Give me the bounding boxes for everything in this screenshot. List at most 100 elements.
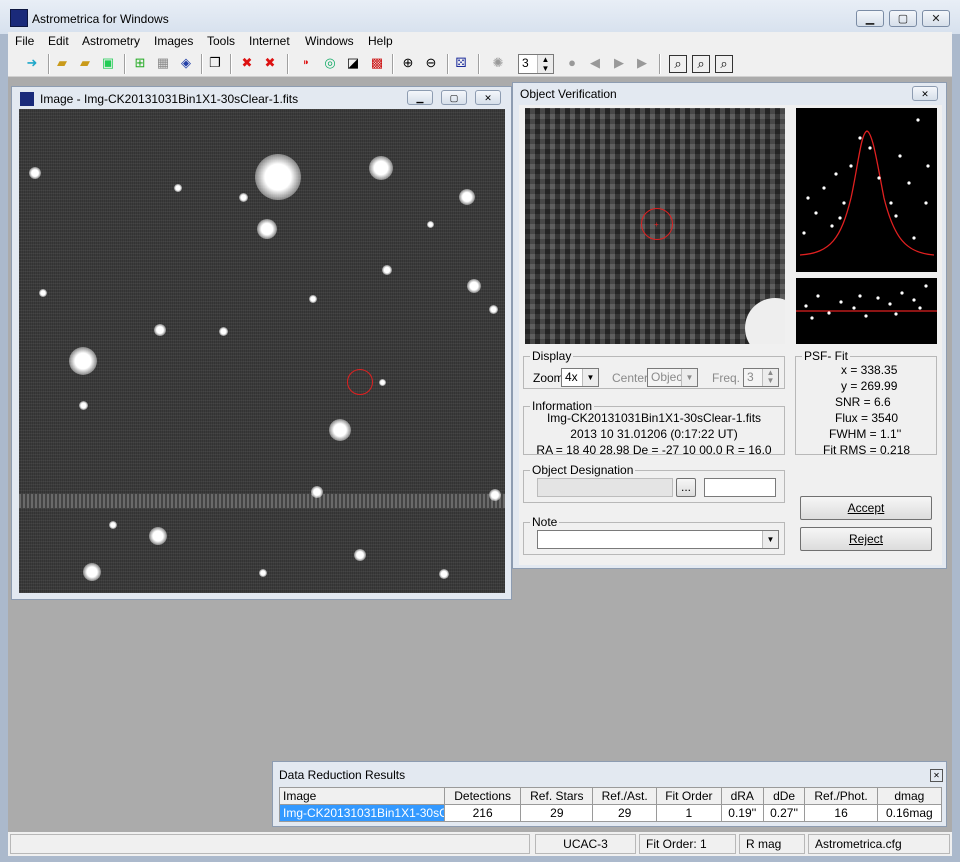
star-image[interactable] [19,109,505,593]
col-dde[interactable]: dDe [762,787,806,805]
status-bar: UCAC-3 Fit Order: 1 R mag Astrometrica.c… [8,832,952,856]
image-window-title: Image - Img-CK20131031Bin1X1-30sClear-1.… [40,92,299,106]
play-icon[interactable]: ▶ [611,55,627,71]
col-image[interactable]: Image [279,787,445,805]
row-ref-ast[interactable]: 29 [592,804,657,822]
zoom-3-icon[interactable]: ⌕ [715,55,733,73]
menu-internet[interactable]: Internet [249,34,290,48]
frame-spinner[interactable]: 3 ▲ ▼ [518,54,554,74]
image-minimize-button[interactable]: ▁ [407,90,433,105]
remove-objects-icon[interactable]: ✖ [262,55,278,71]
designation-suffix-field[interactable] [704,478,776,497]
accept-button[interactable]: Accept [800,496,932,520]
zoom-out-icon[interactable]: ⊖ [423,55,439,71]
note-select[interactable]: ▼ [537,530,779,549]
col-dmag[interactable]: dmag [876,787,943,805]
info-datetime: 2013 10 31.01206 (0:17:22 UT) [570,427,738,441]
status-catalog: UCAC-3 [535,834,636,854]
moving-object-icon[interactable]: ✺ [490,55,506,71]
maximize-button[interactable]: ▢ [889,10,917,27]
next-icon[interactable]: ▶ [634,55,650,71]
zoom-in-icon[interactable]: ⊕ [400,55,416,71]
ring-icon[interactable]: ◎ [322,55,338,71]
psf-snr: SNR = 6.6 [835,395,891,409]
app-icon[interactable] [10,9,28,27]
row-ref-phot[interactable]: 16 [804,804,878,822]
col-ref-stars[interactable]: Ref. Stars [520,787,594,805]
load-images-icon[interactable]: ▰ [77,55,93,71]
connect-icon[interactable]: ➜ [24,55,40,71]
psf-fwhm: FWHM = 1.1'' [829,427,902,441]
info-coordinates: RA = 18 40 28.98 De = -27 10 00.0 R = 16… [536,443,772,457]
menu-edit[interactable]: Edit [48,34,69,48]
row-image[interactable]: Img-CK20131031Bin1X1-30sClear [279,804,445,822]
crosshair-icon: + [654,220,659,229]
center-select[interactable]: Object ▼ [647,368,698,387]
menu-help[interactable]: Help [368,34,393,48]
open-folder-icon[interactable]: ▰ [54,55,70,71]
zoom-select[interactable]: 4x ▼ [561,368,599,387]
results-table: Image Detections Ref. Stars Ref./Ast. Fi… [279,787,943,822]
image-window: Image - Img-CK20131031Bin1X1-30sClear-1.… [11,86,512,600]
menu-windows[interactable]: Windows [305,34,354,48]
zoom-2-icon[interactable]: ⌕ [692,55,710,73]
target-circle [347,369,373,395]
image-window-icon [20,92,34,106]
grid-icon[interactable]: ▦ [155,55,171,71]
image-artifact-band [19,494,505,508]
designation-field[interactable] [537,478,673,497]
zoom-1-icon[interactable]: ⌕ [669,55,687,73]
row-dra[interactable]: 0.19'' [720,804,764,822]
display-legend: Display [532,349,572,363]
col-detections[interactable]: Detections [443,787,522,805]
psf-rms: Fit RMS = 0.218 [823,443,911,457]
col-ref-ast[interactable]: Ref./Ast. [592,787,657,805]
stop-icon[interactable]: ● [564,55,580,71]
table-row[interactable]: Img-CK20131031Bin1X1-30sClear 216 29 29 … [279,804,943,822]
results-header-row: Image Detections Ref. Stars Ref./Ast. Fi… [279,787,943,805]
results-close-button[interactable]: ✕ [930,769,943,782]
menu-tools[interactable]: Tools [207,34,235,48]
image-close-button[interactable]: ✕ [475,90,501,105]
add-icon[interactable]: ⊞ [132,55,148,71]
row-dde[interactable]: 0.27'' [762,804,806,822]
reject-button[interactable]: Reject [800,527,932,551]
center-label: Center [612,371,649,385]
image-maximize-button[interactable]: ▢ [441,90,467,105]
close-button[interactable]: ✕ [922,10,950,27]
verification-panel: + Display Zoom 4x ▼ Center Object ▼ Freq… [519,105,942,565]
psf-profile-plot [796,108,937,272]
designation-browse-button[interactable]: ... [676,478,696,497]
stack-icon[interactable]: ◈ [178,55,194,71]
object-cutout-image[interactable]: + [525,108,785,344]
previous-icon[interactable]: ◀ [587,55,603,71]
psf-x: x = 338.35 [841,363,898,377]
freq-spinner[interactable]: 3 ▲ ▼ [743,368,779,387]
menu-images[interactable]: Images [154,34,193,48]
remove-stars-icon[interactable]: ✖ [239,55,255,71]
verification-close-button[interactable]: ✕ [912,86,938,101]
track-icon[interactable]: ▩ [369,55,385,71]
title-bar: Astrometrica for Windows ▁ ▢ ✕ [0,0,960,34]
object-verification-window: Object Verification ✕ + Display Zoom 4x … [512,82,947,569]
toolbar: ➜ ▰ ▰ ▣ ⊞ ▦ ◈ ❐ ✖ ✖ ⁍ ◎ ◪ ▩ ⊕ ⊖ ⚄ ✺ 3 ▲ ▼ … [8,52,952,77]
col-dra[interactable]: dRA [720,787,764,805]
col-fit-order[interactable]: Fit Order [655,787,722,805]
psf-fit-legend: PSF- Fit [804,349,848,363]
dice-icon[interactable]: ⚄ [453,55,469,71]
row-dmag[interactable]: 0.16mag [876,804,943,822]
status-config: Astrometrica.cfg [808,834,950,854]
measure-icon[interactable]: ◪ [345,55,361,71]
zoom-label: Zoom [533,371,564,385]
col-ref-phot[interactable]: Ref./Phot. [804,787,878,805]
load-darks-icon[interactable]: ▣ [100,55,116,71]
row-ref-stars[interactable]: 29 [520,804,594,822]
minimize-button[interactable]: ▁ [856,10,884,27]
copy-icon[interactable]: ❐ [207,55,223,71]
results-title: Data Reduction Results [279,768,406,782]
row-detections[interactable]: 216 [443,804,522,822]
blink-icon[interactable]: ⁍ [298,55,314,71]
menu-astrometry[interactable]: Astrometry [82,34,140,48]
row-fit-order[interactable]: 1 [655,804,722,822]
menu-file[interactable]: File [15,34,34,48]
